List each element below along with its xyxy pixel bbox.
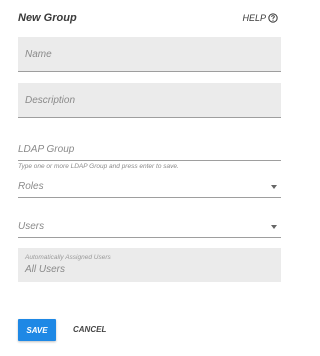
description-field[interactable]: Description — [18, 83, 281, 118]
ldap-group-input[interactable]: LDAP Group — [18, 139, 281, 161]
chevron-down-icon — [271, 225, 277, 229]
auto-assigned-label: Automatically Assigned Users — [25, 254, 111, 261]
roles-label: Roles — [18, 181, 44, 192]
roles-select[interactable]: Roles — [18, 176, 281, 198]
auto-assigned-users-field: Automatically Assigned Users All Users — [18, 248, 281, 282]
users-select[interactable]: Users — [18, 216, 281, 238]
help-circle-icon — [268, 13, 278, 23]
name-placeholder: Name — [25, 49, 52, 60]
help-label: HELP — [242, 13, 266, 23]
new-group-dialog: New Group HELP Name Description LDAP Gro… — [0, 0, 300, 356]
save-button[interactable]: SAVE — [18, 319, 56, 341]
description-placeholder: Description — [25, 95, 76, 106]
cancel-button[interactable]: CANCEL — [73, 325, 106, 334]
ldap-hint: Type one or more LDAP Group and press en… — [18, 163, 179, 170]
dialog-title: New Group — [18, 12, 77, 24]
users-label: Users — [18, 221, 45, 232]
name-field[interactable]: Name — [18, 37, 281, 72]
auto-assigned-value: All Users — [25, 264, 66, 275]
help-button[interactable]: HELP — [242, 13, 278, 23]
ldap-group-label: LDAP Group — [18, 144, 75, 155]
chevron-down-icon — [271, 185, 277, 189]
